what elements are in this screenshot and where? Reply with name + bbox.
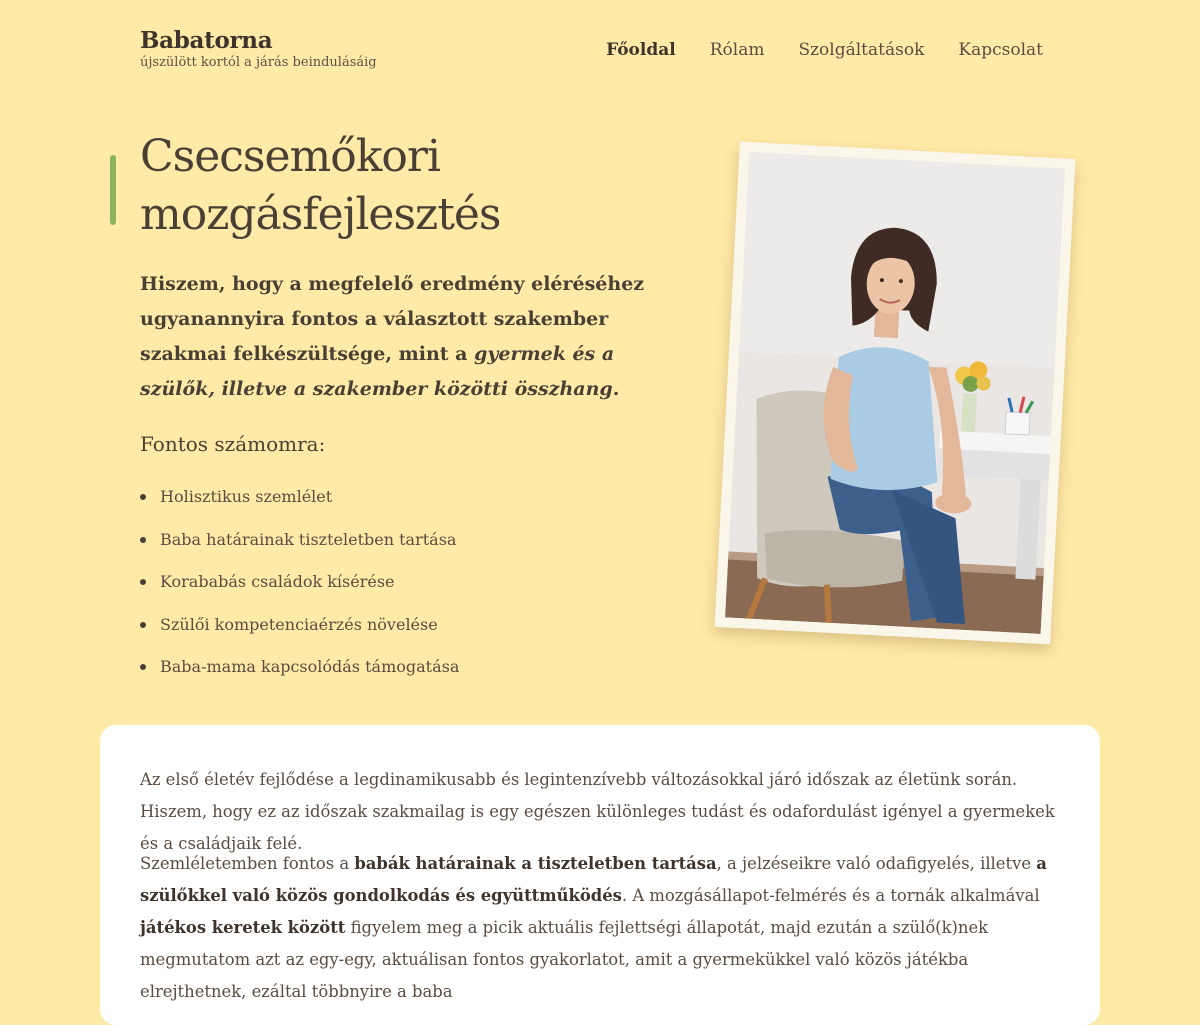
main-nav: Főoldal Rólam Szolgáltatások Kapcsolat xyxy=(606,38,1043,62)
list-item: Baba-mama kapcsolódás támogatása xyxy=(140,646,459,689)
brand-tagline: újszülött kortól a járás beindulásáig xyxy=(140,55,377,70)
text-emphasis: játékos keretek között xyxy=(140,918,346,937)
hero-title: Csecsemőkori mozgásfejlesztés xyxy=(140,131,502,240)
text-fragment: Szemléletemben fontos a xyxy=(140,854,355,873)
text-emphasis: babák határainak a tiszteletben tartása xyxy=(354,854,717,873)
brand-name[interactable]: Babatorna xyxy=(140,28,377,54)
list-item: Baba határainak tiszteletben tartása xyxy=(140,519,459,562)
portrait-photo-frame xyxy=(714,141,1076,645)
hero-accent-bar xyxy=(110,155,116,225)
site-header: Babatorna újszülött kortól a járás beind… xyxy=(0,0,1200,100)
text-fragment: . A mozgásállapot-felmérés és a tornák a… xyxy=(621,886,1040,905)
values-heading: Fontos számomra: xyxy=(140,432,326,456)
brand[interactable]: Babatorna újszülött kortól a járás beind… xyxy=(140,28,377,71)
nav-item-contact[interactable]: Kapcsolat xyxy=(958,38,1043,62)
portrait-photo xyxy=(725,152,1065,634)
hero-lead-end: . xyxy=(612,378,620,400)
nav-item-services[interactable]: Szolgáltatások xyxy=(798,38,924,62)
list-item: Szülői kompetenciaérzés növelése xyxy=(140,604,459,647)
intro-paragraph-1: Az első életév fejlődése a legdinamikusa… xyxy=(140,770,1055,853)
nav-item-about[interactable]: Rólam xyxy=(710,38,765,62)
list-item: Korababás családok kísérése xyxy=(140,561,459,604)
hero-lead: Hiszem, hogy a megfelelő eredmény elérés… xyxy=(140,267,670,407)
list-item: Holisztikus szemlélet xyxy=(140,476,459,519)
intro-card: Az első életév fejlődése a legdinamikusa… xyxy=(100,725,1100,1025)
nav-item-home[interactable]: Főoldal xyxy=(606,38,676,62)
intro-paragraph-2: Szemléletemben fontos a babák határainak… xyxy=(140,848,1060,1008)
values-list: Holisztikus szemlélet Baba határainak ti… xyxy=(140,476,459,689)
text-fragment: , a jelzéseikre való odafigyelés, illetv… xyxy=(716,854,1037,873)
